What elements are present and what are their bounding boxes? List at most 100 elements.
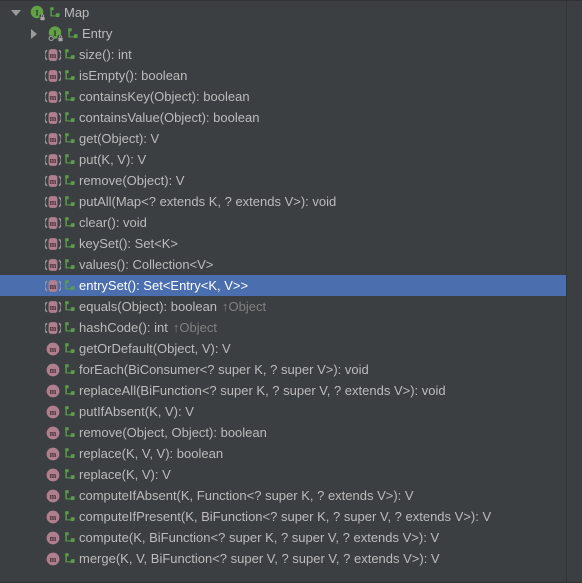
abstract-method-icon: m <box>44 149 61 170</box>
method-icon: m <box>44 548 61 569</box>
inherited-member-icon <box>64 170 77 191</box>
method-icon: m <box>44 506 61 527</box>
tree-row-label: getOrDefault(Object, V): V <box>79 341 231 356</box>
abstract-method-icon: m <box>44 191 61 212</box>
method-icon: m <box>44 527 61 548</box>
tree-row-label: replace(K, V): V <box>79 467 171 482</box>
svg-text:m: m <box>49 345 56 354</box>
tree-row-label: putIfAbsent(K, V): V <box>79 404 194 419</box>
tree-row-label: put(K, V): V <box>79 152 147 167</box>
svg-text:m: m <box>49 429 56 438</box>
abstract-method-icon: m <box>44 107 61 128</box>
tree-row[interactable]: m computeIfPresent(K, BiFunction<? super … <box>0 506 582 527</box>
tree-row[interactable]: m clear(): void <box>0 212 582 233</box>
abstract-method-icon: m <box>44 296 61 317</box>
svg-text:m: m <box>49 156 56 165</box>
abstract-method-icon: m <box>44 128 61 149</box>
svg-text:m: m <box>49 93 56 102</box>
tree-row[interactable]: m put(K, V): V <box>0 149 582 170</box>
method-icon: m <box>44 422 61 443</box>
inherited-member-icon <box>64 275 77 296</box>
tree-row[interactable]: m entrySet(): Set<Entry<K, V>> <box>0 275 566 296</box>
tree-row-label: size(): int <box>79 47 132 62</box>
tree-row-label: get(Object): V <box>79 131 160 146</box>
abstract-method-icon: m <box>44 317 61 338</box>
collapse-triangle-icon[interactable] <box>8 2 24 23</box>
tree-row[interactable]: m computeIfAbsent(K, Function<? super K, … <box>0 485 582 506</box>
tree-row[interactable]: I Entry <box>0 23 582 44</box>
tree-row-label: equals(Object): boolean <box>79 299 218 314</box>
svg-text:m: m <box>49 135 56 144</box>
interface-icon: I <box>29 2 46 23</box>
abstract-method-icon: m <box>44 212 61 233</box>
tree-row-list: I Map I Entry m size(): int m isEmpty(): boolea… <box>0 2 582 569</box>
inherited-member-icon <box>64 338 77 359</box>
tree-row[interactable]: m replace(K, V): V <box>0 464 582 485</box>
tree-row[interactable]: m equals(Object): boolean ↑Object <box>0 296 582 317</box>
tree-row[interactable]: m size(): int <box>0 44 582 65</box>
interface-static-icon: I <box>47 23 64 44</box>
svg-text:m: m <box>49 492 56 501</box>
inherited-member-icon <box>64 422 77 443</box>
method-icon: m <box>44 401 61 422</box>
tree-row[interactable]: m isEmpty(): boolean <box>0 65 582 86</box>
tree-row[interactable]: m containsValue(Object): boolean <box>0 107 582 128</box>
inherited-member-icon <box>64 86 77 107</box>
tree-row-label: putAll(Map<? extends K, ? extends V>): v… <box>79 194 337 209</box>
tree-row[interactable]: m replaceAll(BiFunction<? super K, ? supe… <box>0 380 582 401</box>
inherited-member-icon <box>64 128 77 149</box>
tree-row-label: containsValue(Object): boolean <box>79 110 260 125</box>
tree-row[interactable]: m get(Object): V <box>0 128 582 149</box>
inherited-member-icon <box>64 359 77 380</box>
abstract-method-icon: m <box>44 233 61 254</box>
tree-row[interactable]: I Map <box>0 2 582 23</box>
tree-row-label: computeIfPresent(K, BiFunction<? super K… <box>79 509 492 524</box>
tree-row[interactable]: m merge(K, V, BiFunction<? super V, ? sup… <box>0 548 582 569</box>
tree-row-label: compute(K, BiFunction<? super K, ? super… <box>79 530 440 545</box>
svg-text:m: m <box>49 198 56 207</box>
tree-row-label: remove(Object, Object): boolean <box>79 425 267 440</box>
svg-text:m: m <box>49 114 56 123</box>
tree-row[interactable]: m compute(K, BiFunction<? super K, ? supe… <box>0 527 582 548</box>
expand-triangle-icon[interactable] <box>26 23 42 44</box>
inherited-member-icon <box>64 380 77 401</box>
tree-row-label: clear(): void <box>79 215 147 230</box>
method-icon: m <box>44 464 61 485</box>
tree-row[interactable]: m remove(Object): V <box>0 170 582 191</box>
triangle-glyph <box>31 28 37 39</box>
inherited-from-text: ↑Object <box>172 320 217 335</box>
inherited-member-icon <box>49 2 62 23</box>
svg-text:m: m <box>49 387 56 396</box>
inherited-member-icon <box>64 254 77 275</box>
method-icon: m <box>44 359 61 380</box>
tree-row[interactable]: m replace(K, V, V): boolean <box>0 443 582 464</box>
tree-row[interactable]: m remove(Object, Object): boolean <box>0 422 582 443</box>
tree-row[interactable]: m hashCode(): int ↑Object <box>0 317 582 338</box>
tree-row[interactable]: m putAll(Map<? extends K, ? extends V>): … <box>0 191 582 212</box>
inherited-member-icon <box>64 401 77 422</box>
inherited-from-label: ↑Object <box>217 296 266 317</box>
tree-row[interactable]: m values(): Collection<V> <box>0 254 582 275</box>
structure-tree-panel[interactable]: I Map I Entry m size(): int m isEmpty(): boolea… <box>0 0 582 583</box>
tree-row[interactable]: m keySet(): Set<K> <box>0 233 582 254</box>
method-icon: m <box>44 380 61 401</box>
tree-row[interactable]: m forEach(BiConsumer<? super K, ? super V… <box>0 359 582 380</box>
tree-row-label: entrySet(): Set<Entry<K, V>> <box>79 278 249 293</box>
triangle-glyph <box>11 9 21 16</box>
tree-row[interactable]: m containsKey(Object): boolean <box>0 86 582 107</box>
tree-row[interactable]: m getOrDefault(Object, V): V <box>0 338 582 359</box>
tree-row[interactable]: m putIfAbsent(K, V): V <box>0 401 582 422</box>
